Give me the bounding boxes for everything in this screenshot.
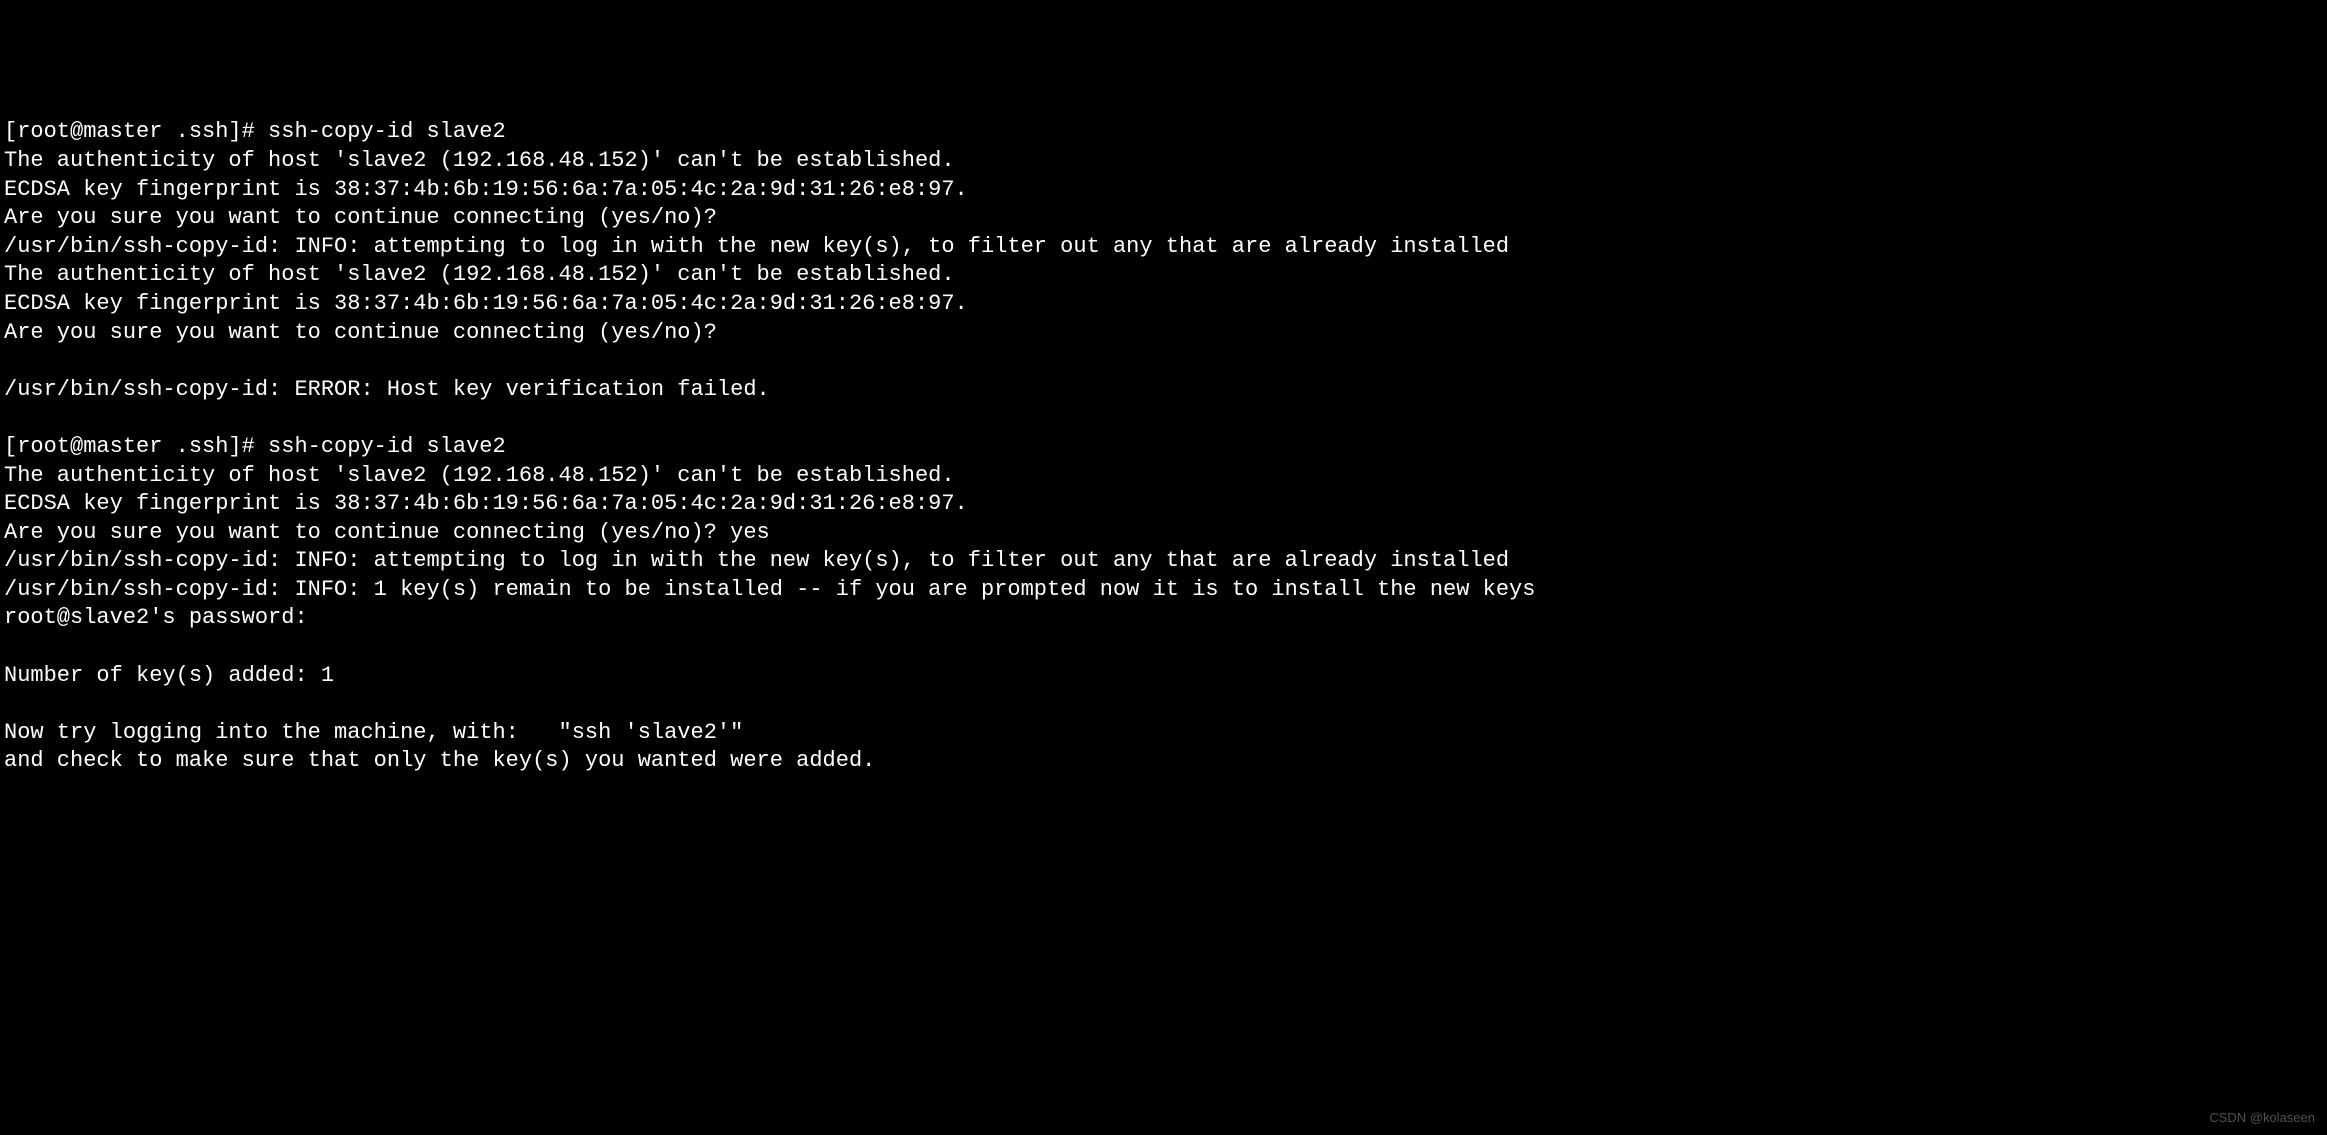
terminal-line: The authenticity of host 'slave2 (192.16…: [4, 147, 2323, 176]
terminal-line: The authenticity of host 'slave2 (192.16…: [4, 261, 2323, 290]
terminal-line: and check to make sure that only the key…: [4, 747, 2323, 776]
terminal-line: ECDSA key fingerprint is 38:37:4b:6b:19:…: [4, 490, 2323, 519]
terminal-line: /usr/bin/ssh-copy-id: INFO: attempting t…: [4, 547, 2323, 576]
terminal-line: Now try logging into the machine, with: …: [4, 719, 2323, 748]
terminal-line: /usr/bin/ssh-copy-id: ERROR: Host key ve…: [4, 376, 2323, 405]
terminal-line: Are you sure you want to continue connec…: [4, 519, 2323, 548]
terminal-line: [4, 404, 2323, 433]
terminal-line: root@slave2's password:: [4, 604, 2323, 633]
terminal-line: [4, 633, 2323, 662]
terminal-line: Are you sure you want to continue connec…: [4, 204, 2323, 233]
terminal-line: /usr/bin/ssh-copy-id: INFO: 1 key(s) rem…: [4, 576, 2323, 605]
terminal-line: [4, 347, 2323, 376]
terminal-line: ECDSA key fingerprint is 38:37:4b:6b:19:…: [4, 290, 2323, 319]
terminal-line: The authenticity of host 'slave2 (192.16…: [4, 462, 2323, 491]
watermark-text: CSDN @kolaseen: [2209, 1110, 2315, 1127]
terminal-line: [4, 690, 2323, 719]
terminal-line: Are you sure you want to continue connec…: [4, 319, 2323, 348]
terminal-line: /usr/bin/ssh-copy-id: INFO: attempting t…: [4, 233, 2323, 262]
terminal-line: [root@master .ssh]# ssh-copy-id slave2: [4, 118, 2323, 147]
terminal-output[interactable]: [root@master .ssh]# ssh-copy-id slave2Th…: [4, 118, 2323, 776]
terminal-line: Number of key(s) added: 1: [4, 662, 2323, 691]
terminal-line: ECDSA key fingerprint is 38:37:4b:6b:19:…: [4, 176, 2323, 205]
terminal-line: [root@master .ssh]# ssh-copy-id slave2: [4, 433, 2323, 462]
